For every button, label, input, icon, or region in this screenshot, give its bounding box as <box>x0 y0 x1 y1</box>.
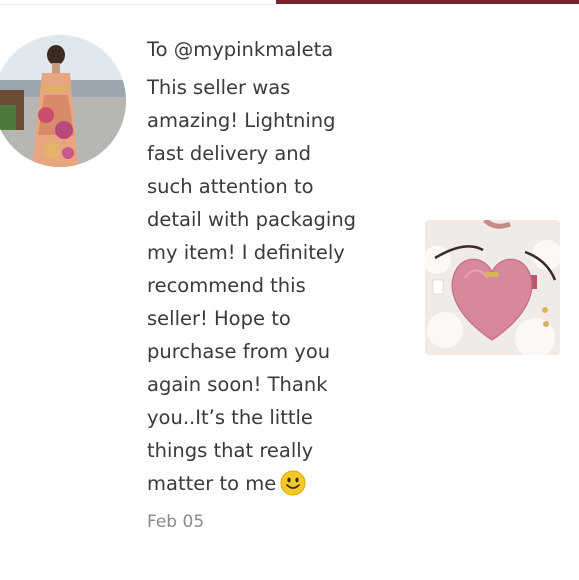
smiley-emoji-icon <box>280 470 306 506</box>
review-line: matter to me <box>147 472 277 495</box>
review-line: such attention to <box>147 175 314 198</box>
review-recipient[interactable]: To @mypinkmaleta <box>147 35 402 65</box>
review-line: amazing! Lightning <box>147 109 336 132</box>
review-line: purchase from you <box>147 340 331 363</box>
reviewer-avatar[interactable] <box>0 35 126 167</box>
review-line: This seller was <box>147 76 291 99</box>
review-line: things that really <box>147 439 314 462</box>
review-content: To @mypinkmaleta This seller was amazing… <box>147 35 402 506</box>
review-line: recommend this <box>147 274 306 297</box>
review-line: you..It’s the little <box>147 406 313 429</box>
review-photo-thumbnail[interactable] <box>425 220 560 355</box>
review-line: fast delivery and <box>147 142 312 165</box>
active-tab-indicator <box>276 0 579 4</box>
review-line: again soon! Thank <box>147 373 328 396</box>
heart-bag-photo <box>425 220 560 355</box>
avatar-photo <box>0 35 126 167</box>
review-line: detail with packaging <box>147 208 357 231</box>
tab-divider <box>0 4 276 5</box>
review-card: To @mypinkmaleta This seller was amazing… <box>0 0 579 580</box>
review-line: seller! Hope to <box>147 307 291 330</box>
review-text: This seller was amazing! Lightning fast … <box>147 71 402 506</box>
review-date: Feb 05 <box>147 512 205 532</box>
review-line: my item! I definitely <box>147 241 345 264</box>
